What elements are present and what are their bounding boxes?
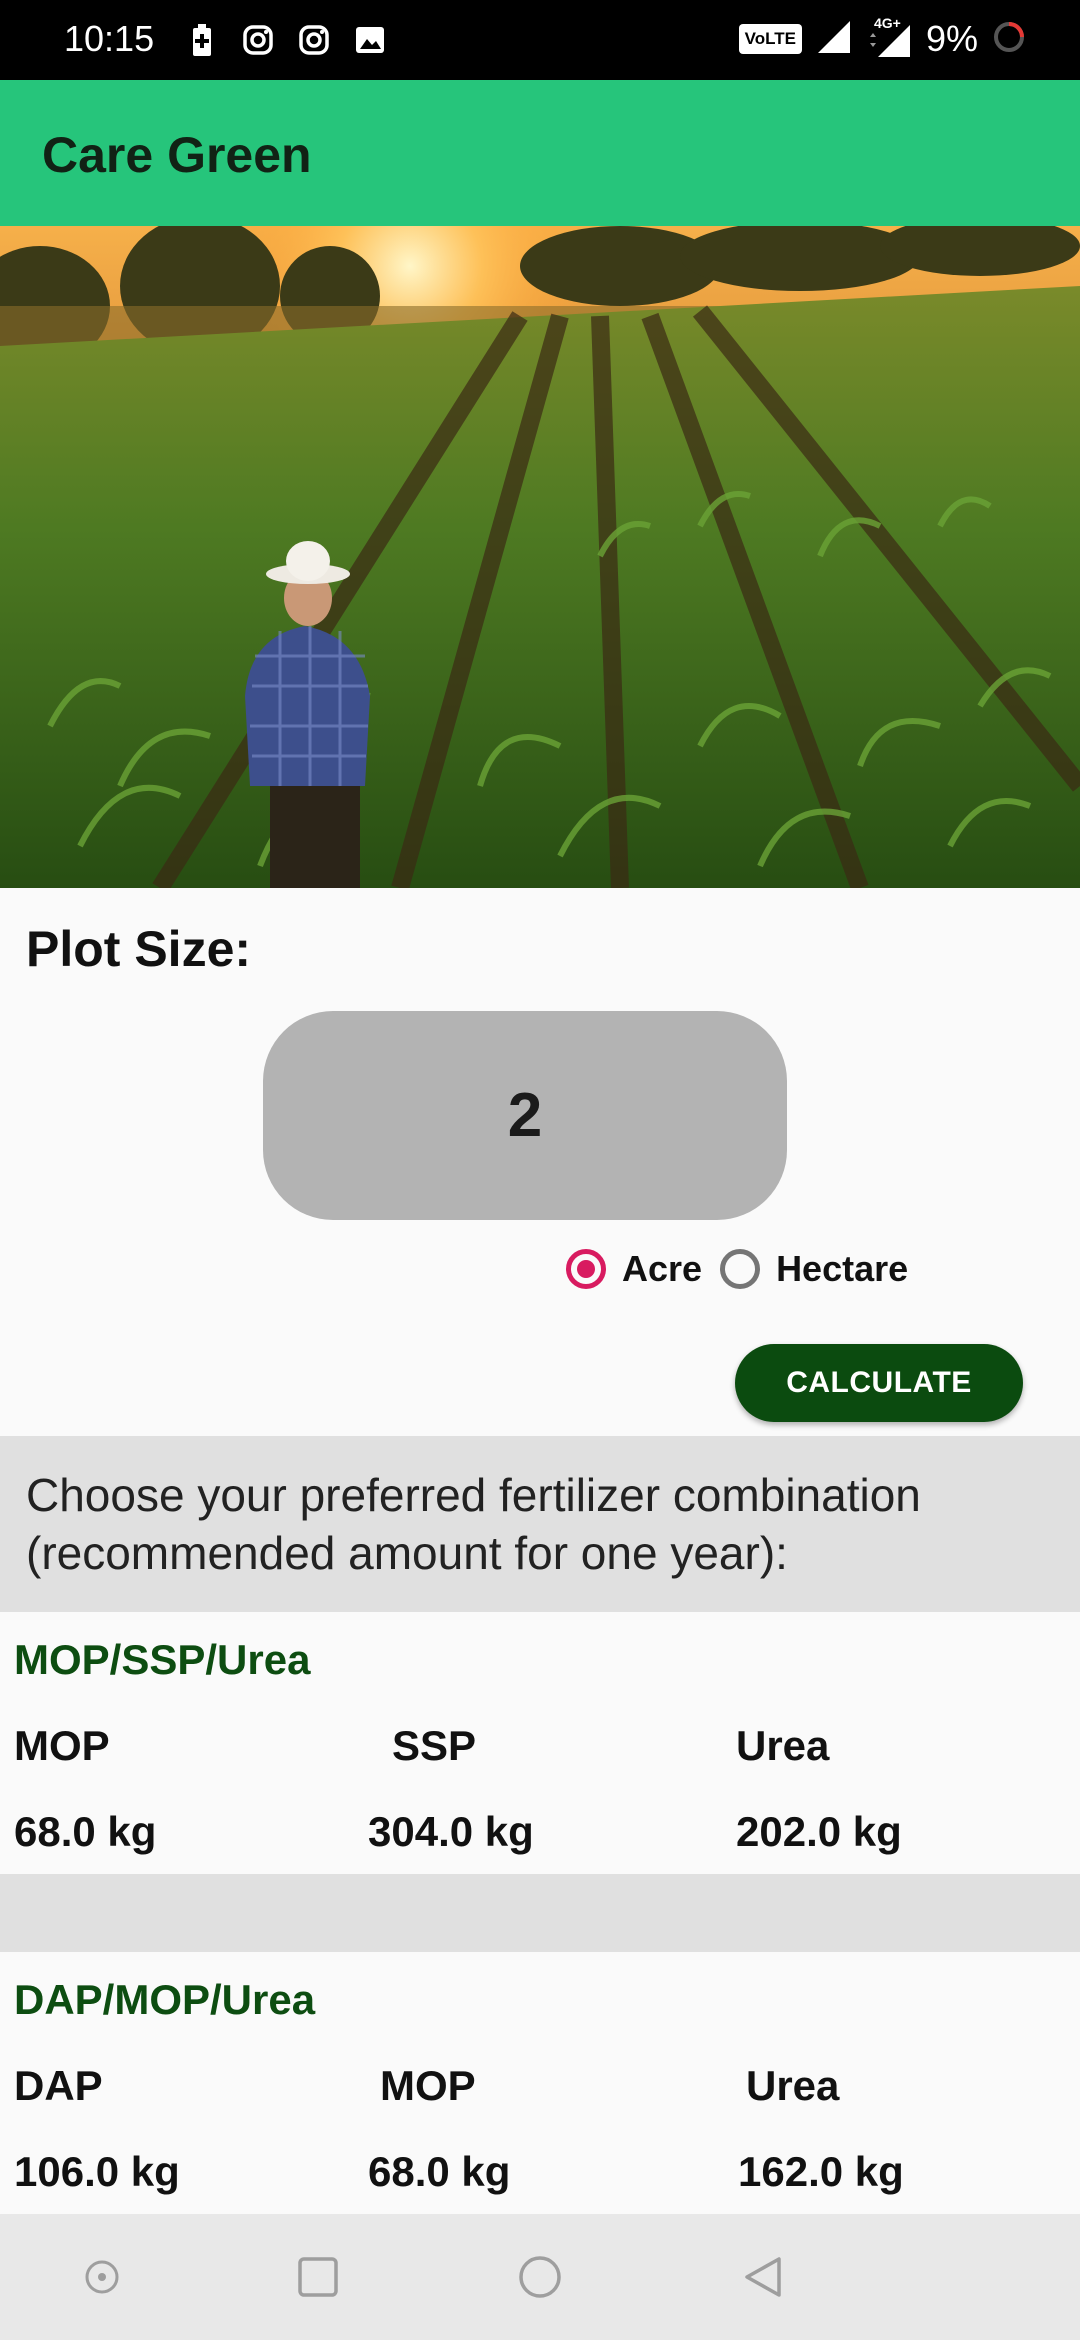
status-time: 10:15 [64, 18, 155, 59]
combo-value: 202.0 kg [736, 1808, 902, 1855]
notification-icons [184, 22, 388, 58]
acre-radio-label[interactable]: Acre [622, 1248, 702, 1290]
combo-header: MOP [14, 1722, 110, 1769]
battery-charging-icon [184, 22, 220, 58]
calculate-button[interactable]: CALCULATE [735, 1344, 1023, 1422]
app-title: Care Green [42, 127, 312, 183]
instagram-icon [240, 22, 276, 58]
instruction-text: Choose your preferred fertilizer combina… [26, 1469, 921, 1579]
acre-radio[interactable] [566, 1249, 606, 1289]
combo-value: 68.0 kg [14, 1808, 157, 1855]
app-bar: Care Green [0, 80, 1080, 226]
combo-header: SSP [392, 1722, 477, 1769]
combo-divider [0, 1874, 1080, 1952]
combo-title: DAP/MOP/Urea [14, 1976, 316, 2023]
navigation-bar [0, 2214, 1080, 2340]
status-bar: 10:15 VoLTE 4G+ 9% [0, 0, 1080, 80]
combo-header: DAP [14, 2062, 103, 2109]
dot-circle-icon[interactable] [77, 2252, 127, 2302]
loading-icon [992, 20, 1026, 59]
combo-card-mop-ssp-urea[interactable]: MOP/SSP/Urea MOP SSP Urea 68.0 kg 304.0 … [0, 1612, 1080, 1874]
hectare-radio-label[interactable]: Hectare [776, 1248, 908, 1290]
plot-size-label: Plot Size: [26, 921, 252, 977]
combo-header: Urea [736, 1722, 830, 1769]
combo-value: 68.0 kg [368, 2148, 511, 2195]
back-triangle-icon[interactable] [738, 2252, 788, 2302]
unit-radio-group: Acre Hectare [566, 1248, 926, 1290]
combo-value: 304.0 kg [368, 1808, 534, 1855]
farm-hero-image [0, 226, 1080, 888]
battery-percent: 9% [925, 18, 978, 59]
signal-icon [816, 19, 852, 60]
instagram-icon [296, 22, 332, 58]
combo-value: 106.0 kg [14, 2148, 180, 2195]
home-circle-icon[interactable] [515, 2252, 565, 2302]
status-right-icons: VoLTE 4G+ 9% [738, 15, 1026, 60]
combo-value: 162.0 kg [738, 2148, 904, 2195]
recents-square-icon[interactable] [293, 2252, 343, 2302]
volte-badge: VoLTE [738, 24, 802, 54]
combo-header: Urea [746, 2062, 840, 2109]
combo-header: MOP [380, 2062, 476, 2109]
combo-card-dap-mop-urea[interactable]: DAP/MOP/Urea DAP MOP Urea 106.0 kg 68.0 … [0, 1952, 1080, 2214]
image-icon [352, 22, 388, 58]
instruction-panel: Choose your preferred fertilizer combina… [0, 1436, 1080, 1612]
network-type-icon: 4G+ [866, 15, 912, 59]
hectare-radio[interactable] [720, 1249, 761, 1289]
combo-title: MOP/SSP/Urea [14, 1636, 311, 1683]
plot-size-input[interactable]: 2 [263, 1011, 787, 1220]
